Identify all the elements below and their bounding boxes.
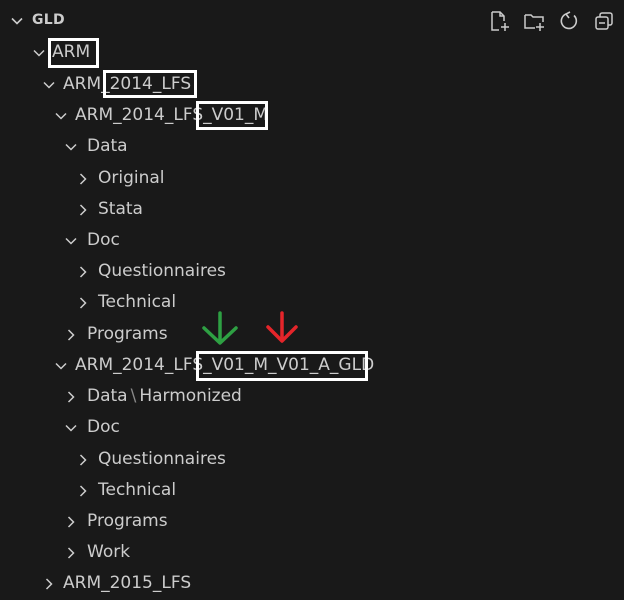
- chevron-right-icon: [79, 454, 87, 466]
- chevron-down-icon: [65, 143, 77, 151]
- highlight-box-2014-lfs: [103, 70, 197, 98]
- tree-item-doc[interactable]: Doc: [0, 226, 624, 257]
- tree-item-label: Original: [98, 168, 165, 188]
- tree-item-label: Technical: [98, 480, 177, 500]
- chevron-down-icon: [55, 112, 67, 120]
- tree-item-doc[interactable]: Doc: [0, 413, 624, 444]
- chevron-right-icon: [45, 578, 53, 590]
- tree-item-label: Doc: [87, 230, 120, 250]
- tree-item-label: Doc: [87, 417, 120, 437]
- tree-item-arm-2015-lfs[interactable]: ARM_2015_LFS: [0, 569, 624, 600]
- highlight-box-v01-m: [196, 101, 268, 130]
- tree-item-original[interactable]: Original: [0, 164, 624, 195]
- explorer-title[interactable]: GLD: [32, 12, 65, 28]
- tree-item-technical[interactable]: Technical: [0, 476, 624, 507]
- chevron-down-icon: [65, 237, 77, 245]
- tree-item-label: Questionnaires: [98, 261, 226, 281]
- tree-item-label: Work: [87, 542, 131, 562]
- tree-item-arm-2014-lfs[interactable]: ARM_2014_LFS: [0, 70, 624, 101]
- green-arrow-icon: [202, 311, 238, 345]
- chevron-down-icon: [33, 49, 45, 57]
- chevron-down-icon: [55, 362, 67, 370]
- tree-item-label: Programs: [87, 511, 168, 531]
- tree-item-label: Data \ Harmonized: [87, 386, 242, 406]
- tree-item-label: Data: [87, 136, 128, 156]
- tree-item-questionnaires[interactable]: Questionnaires: [0, 445, 624, 476]
- chevron-right-icon: [79, 266, 87, 278]
- tree-item-label: Questionnaires: [98, 449, 226, 469]
- chevron-right-icon: [79, 204, 87, 216]
- highlight-box-arm: [48, 38, 99, 68]
- tree-item-technical[interactable]: Technical: [0, 288, 624, 319]
- collapse-all-icon[interactable]: [592, 9, 616, 33]
- chevron-right-icon: [67, 329, 75, 341]
- tree-item-questionnaires[interactable]: Questionnaires: [0, 257, 624, 288]
- path-segment-data: Data: [87, 386, 128, 406]
- tree-item-label: Technical: [98, 292, 177, 312]
- refresh-icon[interactable]: [557, 9, 581, 33]
- chevron-right-icon: [67, 547, 75, 559]
- highlight-box-v01-m-v01-a-gld: [196, 351, 368, 381]
- chevron-right-icon: [67, 391, 75, 403]
- chevron-right-icon: [79, 485, 87, 497]
- new-file-icon[interactable]: [487, 9, 511, 33]
- tree-item-work[interactable]: Work: [0, 538, 624, 569]
- red-arrow-icon: [266, 311, 298, 343]
- tree-item-programs[interactable]: Programs: [0, 320, 624, 351]
- tree-item-arm-2014-lfs-v01-m[interactable]: ARM_2014_LFS_V01_M: [0, 101, 624, 132]
- chevron-down-icon[interactable]: [9, 13, 25, 29]
- chevron-right-icon: [79, 297, 87, 309]
- path-segment-harmonized: Harmonized: [139, 386, 242, 406]
- tree-item-label: Programs: [87, 324, 168, 344]
- chevron-down-icon: [65, 424, 77, 432]
- path-separator: \: [130, 386, 137, 406]
- tree-item-data[interactable]: Data: [0, 132, 624, 163]
- tree-item-programs[interactable]: Programs: [0, 507, 624, 538]
- chevron-right-icon: [67, 516, 75, 528]
- chevron-down-icon: [43, 81, 55, 89]
- tree-item-label: ARM_2015_LFS: [63, 573, 192, 593]
- tree-item-stata[interactable]: Stata: [0, 195, 624, 226]
- chevron-right-icon: [79, 173, 87, 185]
- new-folder-icon[interactable]: [522, 9, 546, 33]
- explorer-actions: [487, 9, 616, 33]
- tree-item-data-harmonized[interactable]: Data \ Harmonized: [0, 382, 624, 413]
- tree-item-label: Stata: [98, 199, 143, 219]
- explorer-header: GLD: [0, 0, 624, 42]
